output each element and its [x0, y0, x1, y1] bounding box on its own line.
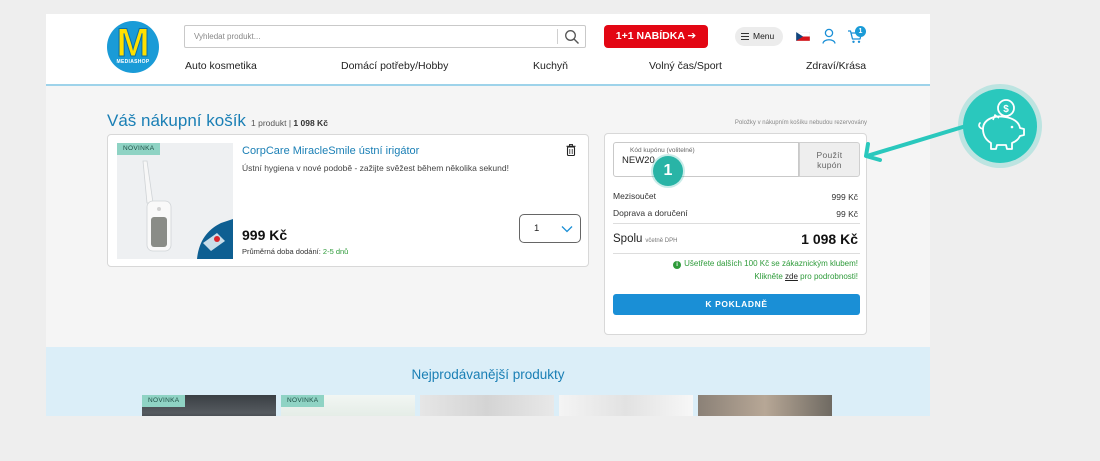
total-vat-note: včetně DPH: [645, 238, 678, 244]
order-summary: Kód kupónu (volitelné) NEW20 Použít kupó…: [604, 133, 867, 335]
nav-item-auto-kosmetika[interactable]: Auto kosmetika: [185, 60, 257, 72]
delivery-label: Průměrná doba dodání:: [242, 247, 321, 256]
cart-product-count: 1 produkt: [251, 118, 287, 128]
cart-count-summary: 1 produkt | 1 098 Kč: [251, 118, 328, 128]
delivery-time: Průměrná doba dodání: 2-5 dnů: [242, 247, 348, 256]
new-badge: NOVINKA: [142, 395, 186, 407]
nav-item-domaci-potreby[interactable]: Domácí potřeby/Hobby: [341, 60, 448, 72]
shop-page: M MEDIASHOP 1+1 NABÍDKA ➔ Menu: [46, 14, 930, 416]
logo-letter: M: [116, 21, 150, 65]
logo-subtitle: MEDIASHOP: [116, 59, 150, 65]
nav-item-volny-cas[interactable]: Volný čas/Sport: [649, 60, 722, 72]
product-description: Ústní hygiena v nové podobě - zažijte sv…: [242, 163, 509, 173]
nav-item-zdravi-krasa[interactable]: Zdraví/Krása: [806, 60, 866, 72]
search-input[interactable]: [185, 26, 555, 47]
bestseller-thumb-2[interactable]: NOVINKA: [281, 395, 415, 416]
summary-divider: [613, 223, 860, 224]
total-value: 1 098 Kč: [801, 231, 858, 247]
product-price: 999 Kč: [242, 227, 288, 243]
cart-count-separator: |: [288, 118, 292, 128]
cart-title: Váš nákupní košík: [107, 111, 246, 130]
chevron-down-icon: [561, 226, 573, 233]
apply-coupon-button[interactable]: Použít kupón: [799, 142, 860, 177]
irrigator-illustration: [117, 143, 233, 259]
svg-text:$: $: [1003, 104, 1009, 115]
bestseller-thumb-1[interactable]: NOVINKA: [142, 395, 276, 416]
total-label-text: Spolu: [613, 233, 643, 245]
shipping-label: Doprava a doručení: [613, 208, 688, 218]
product-image[interactable]: NOVINKA: [117, 143, 233, 259]
search-box: [184, 25, 586, 48]
trash-icon[interactable]: [566, 144, 576, 156]
site-header: M MEDIASHOP 1+1 NABÍDKA ➔ Menu: [46, 14, 930, 86]
nav-item-kuchyn[interactable]: Kuchyň: [533, 60, 568, 72]
search-divider: [557, 29, 558, 44]
user-icon[interactable]: [822, 28, 836, 44]
club-savings-text: Ušetřete dalších 100 Kč se zákaznickým k…: [684, 259, 858, 268]
hamburger-icon: [741, 33, 749, 40]
coupon-field[interactable]: Kód kupónu (volitelné) NEW20: [613, 142, 799, 177]
quantity-select[interactable]: 1: [519, 214, 581, 243]
search-icon[interactable]: [564, 29, 580, 45]
menu-button[interactable]: Menu: [735, 27, 783, 46]
new-badge: NOVINKA: [281, 395, 325, 407]
coupon-input-value: NEW20: [622, 155, 655, 166]
mediashop-logo[interactable]: M MEDIASHOP: [107, 21, 159, 73]
checkout-button[interactable]: K POKLADNĚ: [613, 294, 860, 315]
product-name-link[interactable]: CorpCare MiracleSmile ústní irigátor: [242, 145, 419, 157]
new-badge: NOVINKA: [117, 143, 161, 155]
bestsellers-section: Nejprodávanější produkty NOVINKA NOVINKA: [46, 347, 930, 416]
subtotal-label: Mezisoučet: [613, 191, 656, 201]
apply-coupon-line1: Použít: [816, 150, 843, 160]
piggy-bank-badge: $: [963, 89, 1037, 163]
bestseller-thumb-5[interactable]: [698, 395, 832, 416]
club-details-post: pro podrobnosti!: [800, 272, 858, 281]
club-details-pre: Klikněte: [754, 272, 783, 281]
apply-coupon-line2: kupón: [817, 160, 842, 170]
menu-label: Menu: [753, 31, 775, 41]
shipping-value: 99 Kč: [836, 209, 858, 219]
reservation-note: Položky v nákupním košíku nebudou rezerv…: [734, 120, 867, 126]
total-label: Spolu včetně DPH: [613, 233, 677, 245]
quantity-value: 1: [534, 223, 540, 234]
czech-flag-icon[interactable]: [796, 32, 810, 41]
cart-count-badge: 1: [855, 26, 866, 37]
subtotal-value: 999 Kč: [831, 192, 858, 202]
club-savings-note: i Ušetřete dalších 100 Kč se zákaznickým …: [673, 259, 858, 269]
promo-button[interactable]: 1+1 NABÍDKA ➔: [604, 25, 708, 48]
pointer-arrow-icon: [864, 124, 968, 162]
delivery-value: 2-5 dnů: [322, 247, 349, 256]
club-details-note: Klikněte zde pro podrobnosti!: [754, 272, 858, 281]
cart-total-price: 1 098 Kč: [293, 118, 328, 128]
bestseller-thumb-4[interactable]: [559, 395, 693, 416]
piggy-bank-icon: $: [978, 99, 1025, 150]
summary-divider-2: [613, 253, 860, 254]
bestsellers-title: Nejprodávanější produkty: [411, 367, 565, 382]
info-icon: i: [673, 261, 682, 269]
club-details-link[interactable]: zde: [785, 272, 798, 281]
coupon-label: Kód kupónu (volitelné): [630, 147, 695, 154]
cart-item-card: NOVINKA CorpCare MiracleSmile ústní irig…: [107, 134, 589, 267]
step-number-badge: 1: [653, 156, 683, 186]
bestseller-thumb-3[interactable]: [420, 395, 554, 416]
